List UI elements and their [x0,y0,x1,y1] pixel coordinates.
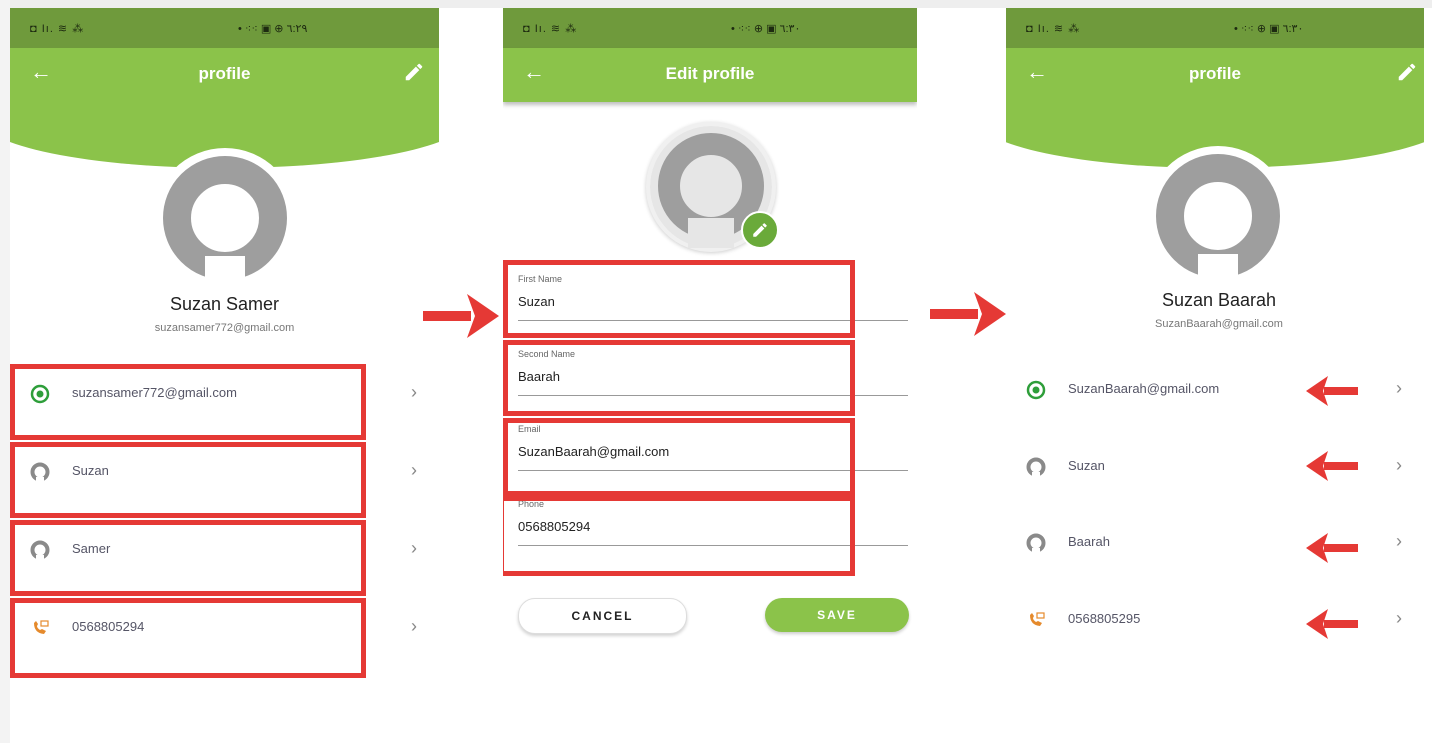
profile-screen-after: ◘ Iı. ≋ ⁂ • ⁖⁖ ⊕ ▣ ٦:٣٠ ← profile Suzan … [1006,8,1424,743]
person-icon [1026,457,1046,477]
profile-name: Suzan Samer [169,294,280,314]
annotation-box [10,442,366,518]
left-arrow-icon [1306,376,1358,406]
annotation-box [503,496,855,576]
annotation-box [503,340,855,416]
list-item-first-name[interactable]: Suzan › [1006,437,1424,497]
profile-screen-before: ◘ Iı. ≋ ⁂ • ⁖⁖ ▣ ⊕ ٦:٢٩ ← profile Suzan … [10,8,439,743]
status-icons-left: ◘ Iı. ≋ ⁂ [1026,23,1081,35]
status-bar: ◘ Iı. ≋ ⁂ • ⁖⁖ ⊕ ▣ ٦:٣٠ [1006,8,1424,48]
chevron-right-icon: › [1396,608,1402,628]
chevron-right-icon: › [1396,531,1402,551]
chevron-right-icon: › [1396,455,1402,475]
chevron-right-icon: › [411,382,417,402]
list-item-label: SuzanBaarah@gmail.com [1068,381,1220,396]
right-arrow-icon [930,292,1006,336]
edit-pencil-icon[interactable] [403,61,425,83]
status-icons-right: • ⁖⁖ ▣ ⊕ ٦:٢٩ [238,23,308,35]
top-border [0,0,1432,8]
person-icon [1026,533,1046,553]
profile-name: Suzan Baarah [1161,290,1277,310]
app-bar: ← profile [1006,48,1424,100]
edit-profile-screen: ◘ Iı. ≋ ⁂ • ⁖⁖ ⊕ ▣ ٦:٣٠ ← Edit profile F… [503,8,917,743]
profile-email: SuzanBaarah@gmail.com [1155,318,1283,330]
list-item-phone[interactable]: 0568805295 › [1006,590,1424,650]
avatar-placeholder-icon [163,156,287,284]
app-bar: ← Edit profile [503,48,917,102]
annotation-box [503,418,855,496]
page-title: profile [1189,64,1241,83]
chevron-right-icon: › [1396,378,1402,398]
status-bar: ◘ Iı. ≋ ⁂ • ⁖⁖ ▣ ⊕ ٦:٢٩ [10,8,439,48]
annotation-box [10,520,366,596]
page-title: Edit profile [665,64,755,83]
avatar [153,148,297,292]
app-bar: ← profile [10,48,439,100]
save-button[interactable]: SAVE [765,598,909,632]
edit-pencil-icon [753,223,767,237]
avatar [1146,146,1290,290]
status-icons-left: ◘ Iı. ≋ ⁂ [523,23,578,35]
chevron-right-icon: › [411,460,417,480]
phone-icon [1030,612,1045,626]
annotation-box [10,364,366,440]
chevron-right-icon: › [411,538,417,558]
status-icons-right: • ⁖⁖ ⊕ ▣ ٦:٣٠ [731,23,801,35]
list-item-last-name[interactable]: Baarah › [1006,513,1424,573]
list-item-label: 0568805295 [1068,611,1141,626]
list-item-label: Suzan [1068,458,1105,473]
edit-pencil-icon[interactable] [1396,61,1418,83]
annotation-box [503,260,855,338]
status-bar: ◘ Iı. ≋ ⁂ • ⁖⁖ ⊕ ▣ ٦:٣٠ [503,8,917,48]
whatsapp-icon [1026,380,1046,400]
list-item-label: Baarah [1068,534,1110,549]
change-photo-button[interactable] [741,211,779,249]
cancel-button[interactable]: CANCEL [518,598,687,634]
avatar-placeholder-icon [1156,154,1280,282]
profile-email: suzansamer772@gmail.com [154,322,295,334]
status-icons-left: ◘ Iı. ≋ ⁂ [30,23,85,35]
annotation-box [10,598,366,678]
right-arrow-icon [423,294,499,338]
left-arrow-icon [1306,609,1358,639]
list-item-email[interactable]: SuzanBaarah@gmail.com › [1006,360,1424,420]
page-title: profile [198,64,251,83]
left-arrow-icon [1306,451,1358,481]
left-arrow-icon [1306,533,1358,563]
status-icons-right: • ⁖⁖ ⊕ ▣ ٦:٣٠ [1234,23,1304,35]
chevron-right-icon: › [411,616,417,636]
left-border [0,0,10,743]
